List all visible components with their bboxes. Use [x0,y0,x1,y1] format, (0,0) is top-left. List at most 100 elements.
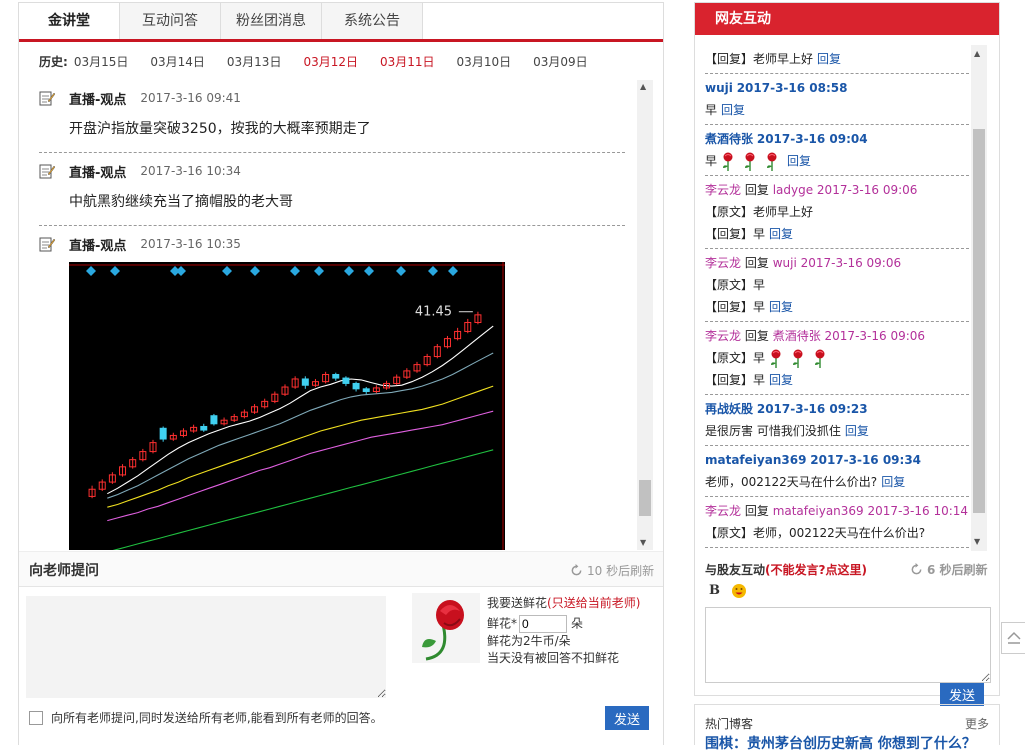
moving-average-line [107,325,494,495]
post-time: 2017-3-16 10:35 [140,237,241,251]
message-item: matafeiyan369 2017-3-16 09:34 老师，002122天马… [705,446,969,497]
signal-marker [314,266,324,276]
price-label: 41.45 [415,305,452,320]
post: 直播-观点 2017-3-16 10:34 中航黑豹继续充当了摘帽股的老大哥 [39,153,625,226]
message-user[interactable]: 再战妖股 [705,402,753,416]
history-date[interactable]: 03月10日 [457,55,512,69]
emoji-icon[interactable] [732,583,746,598]
scrollbar-thumb[interactable] [973,129,985,513]
friend-help-link[interactable]: (不能发言?点这里) [765,563,867,577]
scroll-up-icon[interactable]: ▲ [974,49,980,58]
message-time: 2017-3-16 09:04 [756,132,868,146]
stock-kline-chart: 41.45 [69,262,505,550]
hot-blog-panel: 热门博客 更多 围棋：贵州茅台创历史新高 你想到了什么？ [694,704,1000,752]
reply-word: 回复 [744,183,769,197]
message-user[interactable]: 李云龙 [705,504,741,518]
friend-message-input[interactable] [705,607,991,683]
scroll-down-icon[interactable]: ▼ [640,538,646,547]
message-time: 2017-3-16 08:58 [736,81,848,95]
note-edit-icon [39,91,55,106]
candle-body [159,427,167,440]
message-text: 【原文】老师早上好 [705,205,814,219]
refresh-text: 10 秒后刷新 [587,564,655,578]
history-date[interactable]: 03月13日 [227,55,282,69]
signal-marker [250,266,260,276]
post-time: 2017-3-16 10:34 [140,164,241,178]
blog-headline-link[interactable]: 围棋：贵州茅台创历史新高 你想到了什么？ [705,733,976,753]
signal-marker [364,266,374,276]
history-date[interactable]: 03月14日 [150,55,205,69]
reply-link[interactable]: 回复 [769,373,793,387]
message-time: 2017-3-16 10:14 [867,504,969,518]
candle-body [362,388,370,393]
history-date[interactable]: 03月15日 [74,55,129,69]
reply-word: 回复 [744,329,769,343]
signal-marker [428,266,438,276]
post-author: 直播-观点 [69,238,127,254]
message-text: 老师，002122天马在什么价出? [705,475,878,489]
message-user[interactable]: wuji [705,81,733,95]
reply-link[interactable]: 回复 [769,227,793,241]
message-user[interactable]: 李云龙 [705,183,741,197]
message-target-user[interactable]: 煮酒待张 [773,329,821,343]
post-author: 直播-观点 [69,92,127,108]
note-edit-icon [39,237,55,252]
tab-fan-messages[interactable]: 粉丝团消息 [221,3,322,39]
flower-count-label: 鲜花* [487,616,518,631]
reply-link[interactable]: 回复 [769,300,793,314]
live-feed: 直播-观点 2017-3-16 09:41 开盘沪指放量突破3250，按我的大概… [29,80,635,550]
ask-refresh[interactable]: 10 秒后刷新 [570,562,654,579]
friend-refresh[interactable]: 6 秒后刷新 [910,561,988,578]
interaction-panel: 网友互动 【回复】老师早上好 回复 wuji 2017-3-16 08:58 早回复煮… [694,2,1000,706]
history-bar: 历史: 03月15日 03月14日 03月13日 03月12日 03月11日 03月10日… [19,42,663,80]
message-target-user[interactable]: matafeiyan369 [773,504,864,518]
message-item: wuji 2017-3-16 08:58 早回复 [705,74,969,125]
friend-send-button[interactable]: 发送 [940,683,984,706]
message-user[interactable]: 煮酒待张 [705,132,753,146]
message-user[interactable]: matafeiyan369 [705,453,806,467]
message-target-user[interactable]: ladyge [773,183,813,197]
question-input[interactable] [26,596,386,698]
flower-count-input[interactable] [519,615,568,633]
blog-more-link[interactable]: 更多 [965,715,989,732]
history-date[interactable]: 03月11日 [380,55,435,69]
feed-scrollbar[interactable]: ▲ ▼ [637,80,653,550]
candle-body [200,425,208,431]
scrollbar-thumb[interactable] [639,480,651,516]
signal-marker [110,266,120,276]
reply-link[interactable]: 回复 [787,154,811,168]
history-date[interactable]: 03月12日 [303,55,358,69]
bold-button[interactable]: B [709,583,720,598]
scroll-down-icon[interactable]: ▼ [974,537,980,546]
signal-marker [222,266,232,276]
ask-send-button[interactable]: 发送 [605,706,649,730]
message-user[interactable]: 李云龙 [705,329,741,343]
tab-qa[interactable]: 互动问答 [120,3,221,39]
ask-all-checkbox[interactable] [29,710,43,725]
reply-link[interactable]: 回复 [817,52,841,66]
side-tool-button[interactable] [1001,622,1025,654]
reply-word: 回复 [744,504,769,518]
message-item: 李云龙 回复 ladyge 2017-3-16 09:06 【原文】老师早上好 【回… [705,176,969,249]
reply-link[interactable]: 回复 [845,424,869,438]
post-text: 中航黑豹继续充当了摘帽股的老大哥 [39,189,625,226]
tab-jinjiangtang[interactable]: 金讲堂 [19,3,120,39]
message-text: 【回复】早 [705,227,766,241]
history-date[interactable]: 03月09日 [533,55,588,69]
message-target-user[interactable]: wuji [773,256,797,270]
history-label: 历史: [39,54,68,69]
rose-icon [723,152,733,171]
scroll-up-icon[interactable]: ▲ [640,82,646,91]
flower-rule: 当天没有被回答不扣鲜花 [487,651,620,665]
message-user[interactable]: 李云龙 [705,256,741,270]
message-text: 是很厉害 可惜我们没抓住 [705,424,841,438]
tab-system-notice[interactable]: 系统公告 [322,3,423,39]
live-panel: 金讲堂 互动问答 粉丝团消息 系统公告 历史: 03月15日 03月14日 03月1… [18,2,664,745]
reply-link[interactable]: 回复 [881,475,905,489]
message-time: 2017-3-16 09:06 [800,256,902,270]
message-scrollbar[interactable]: ▲ ▼ [971,45,987,551]
rose-icon [793,349,803,368]
candle-body [301,378,309,386]
message-list: 【回复】老师早上好 回复 wuji 2017-3-16 08:58 早回复 煮酒待张 2… [705,45,969,551]
reply-link[interactable]: 回复 [721,103,745,117]
